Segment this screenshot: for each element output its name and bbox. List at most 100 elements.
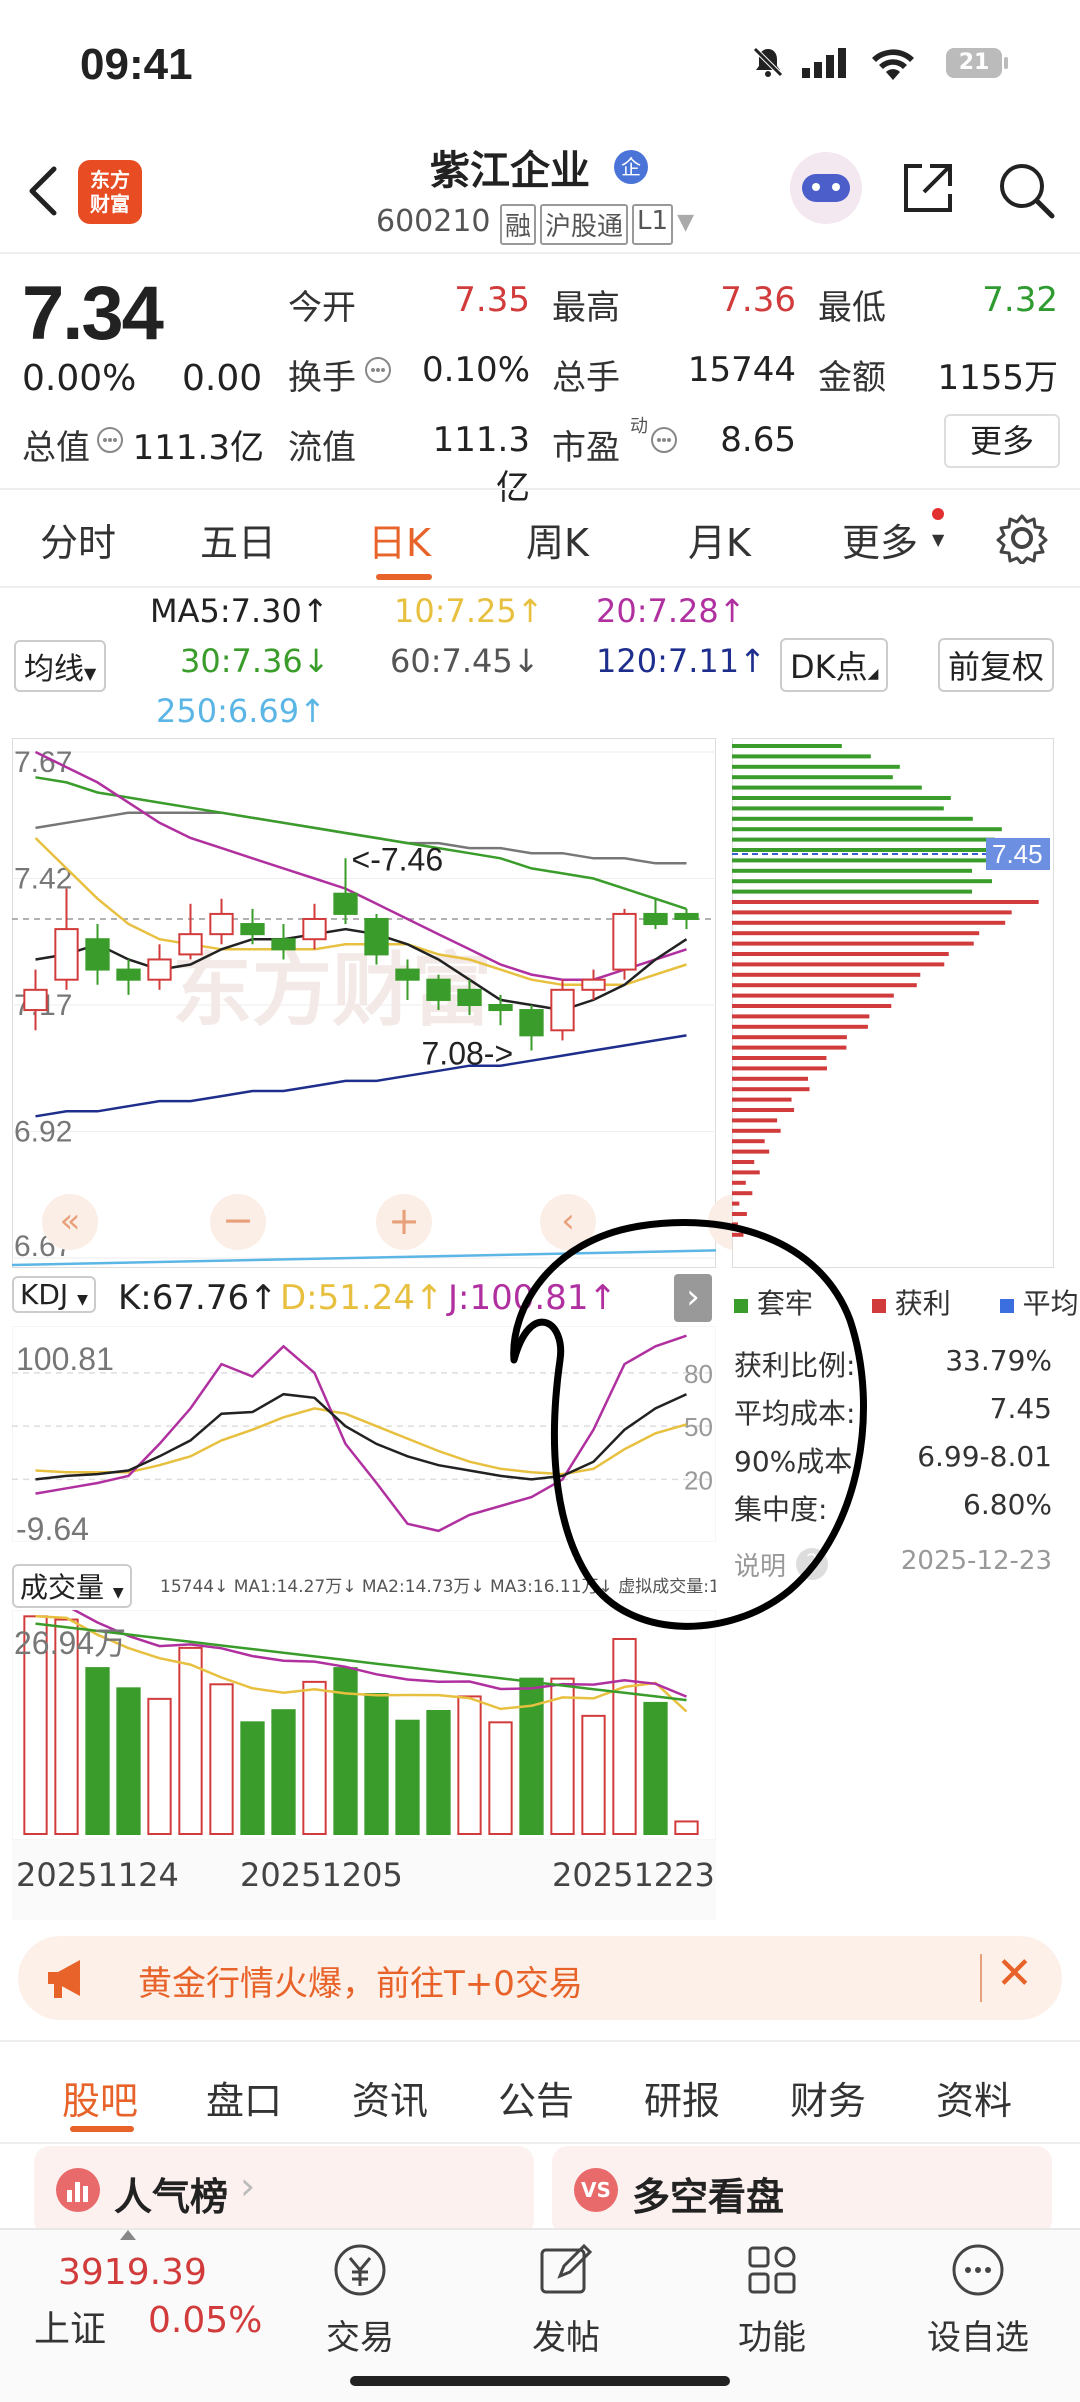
candle-body xyxy=(612,912,637,971)
settings-gear-icon[interactable] xyxy=(996,512,1048,564)
chip-bar xyxy=(732,1087,810,1092)
promo-banner[interactable]: 黄金行情火爆，前往T+0交易 ✕ xyxy=(18,1936,1062,2020)
chip-bar xyxy=(732,837,995,842)
forward-adjust-button[interactable]: 前复权 xyxy=(938,638,1055,692)
volume-chart[interactable]: 26.94万 xyxy=(12,1610,716,1840)
info-icon[interactable] xyxy=(364,356,392,384)
info-icon[interactable] xyxy=(650,426,678,454)
trade-yen-icon[interactable] xyxy=(332,2242,388,2298)
low-value: 7.32 xyxy=(982,280,1058,320)
candle-body xyxy=(333,892,358,915)
date-label-mid: 20251205 xyxy=(240,1856,403,1894)
min-price-annotation: 7.08-> xyxy=(422,1036,514,1072)
chip-bar xyxy=(732,785,922,790)
volume-bar xyxy=(519,1677,544,1835)
kdj-k-value: K:67.76↑ xyxy=(118,1278,278,1318)
tab-profile[interactable]: 资料 xyxy=(936,2070,1012,2125)
pe-dynamic-sup: 动 xyxy=(630,416,648,437)
info-icon[interactable] xyxy=(96,426,124,454)
dk-point-button[interactable]: DK点◢ xyxy=(780,638,889,692)
assistant-avatar[interactable] xyxy=(790,152,862,224)
ma-selector[interactable]: 均线▼ xyxy=(14,640,107,692)
close-banner-icon[interactable]: ✕ xyxy=(996,1948,1033,1999)
ma250-legend: 250:6.69↑ xyxy=(156,692,326,730)
tab-research[interactable]: 研报 xyxy=(644,2070,720,2125)
scroll-far-left-icon[interactable]: « xyxy=(42,1194,98,1250)
compose-post-icon[interactable] xyxy=(538,2242,594,2298)
ma-selector-dropdown-icon: ▼ xyxy=(84,664,97,683)
functions-grid-icon[interactable] xyxy=(744,2242,800,2298)
tab-weekly-k[interactable]: 周K xyxy=(526,512,589,567)
ma60-legend: 60:7.45↓ xyxy=(390,642,540,680)
bottom-nav: 3919.39 上证 0.05% 交易 发帖 功能 设自选 xyxy=(0,2228,1080,2402)
chip-bar xyxy=(732,796,951,800)
tab-intraday[interactable]: 分时 xyxy=(40,512,116,567)
amount-value: 1155万 xyxy=(937,358,1058,398)
kdj-y-bottom: -9.64 xyxy=(16,1511,89,1542)
popularity-card[interactable]: 人气榜 › xyxy=(34,2146,534,2236)
index-value[interactable]: 3919.39 xyxy=(58,2252,207,2293)
chip-bar xyxy=(732,858,992,863)
zoom-in-icon[interactable]: + xyxy=(376,1194,432,1250)
bull-bear-card[interactable]: VS 多空看盘 xyxy=(552,2146,1052,2236)
candle-body xyxy=(550,988,575,1032)
tab-finance[interactable]: 财务 xyxy=(790,2070,866,2125)
index-change[interactable]: 0.05% xyxy=(148,2300,262,2341)
tag-l1[interactable]: L1 xyxy=(632,204,674,245)
ma120-legend: 120:7.11↑ xyxy=(596,642,766,680)
chip-bar xyxy=(732,1066,827,1071)
chip-bar xyxy=(732,754,871,759)
volume-bar xyxy=(395,1719,420,1835)
tab-guba[interactable]: 股吧 xyxy=(62,2070,138,2125)
chip-bar xyxy=(732,775,893,780)
promo-text: 黄金行情火爆，前往T+0交易 xyxy=(138,1964,583,2004)
ma-selector-label: 均线 xyxy=(24,652,84,687)
index-name[interactable]: 上证 xyxy=(34,2300,106,2352)
nav-functions[interactable]: 功能 xyxy=(712,2310,832,2359)
tab-monthly-k[interactable]: 月K xyxy=(688,512,751,567)
status-time: 09:41 xyxy=(80,40,193,89)
volume-selector[interactable]: 成交量 ▼ xyxy=(12,1564,132,1608)
index-expand-icon[interactable] xyxy=(120,2230,136,2240)
indicator-selector[interactable]: KDJ ▼ xyxy=(12,1276,96,1313)
nav-post[interactable]: 发帖 xyxy=(506,2310,626,2359)
tab-pankou[interactable]: 盘口 xyxy=(206,2070,282,2125)
volume-bar xyxy=(674,1820,699,1835)
more-button[interactable]: 更多 xyxy=(944,414,1060,468)
candle-body xyxy=(147,958,172,981)
chart-tabs: 分时 五日 日K 周K 月K 更多 ▼ xyxy=(0,488,1080,588)
high-label: 最高 xyxy=(552,288,620,328)
more-dots-icon[interactable] xyxy=(950,2242,1006,2298)
kline-chart[interactable]: 7.677.427.176.926.67 东方财富 <-7.467.08-> xyxy=(12,738,716,1268)
nav-trade[interactable]: 交易 xyxy=(300,2310,420,2359)
chip-date: 2025-12-23 xyxy=(900,1546,1052,1576)
tab-news[interactable]: 资讯 xyxy=(352,2070,428,2125)
chip-bar xyxy=(732,1056,827,1060)
kdj-y-top: 100.81 xyxy=(16,1341,114,1377)
volume-bar xyxy=(116,1687,141,1835)
chip-distribution-chart[interactable]: 7.45 xyxy=(732,738,1054,1268)
back-arrow-icon[interactable] xyxy=(22,163,62,219)
float-value-label: 流值 xyxy=(288,428,356,468)
pe-label: 市盈 xyxy=(552,428,620,468)
dk-point-label: DK点 xyxy=(790,648,868,686)
tab-more[interactable]: 更多 xyxy=(842,512,918,567)
tag-dropdown-icon[interactable]: ▼ xyxy=(677,210,694,245)
ma10-legend: 10:7.25↑ xyxy=(394,592,544,630)
candle-body xyxy=(519,1009,544,1037)
tab-five-day[interactable]: 五日 xyxy=(200,512,276,567)
app-logo[interactable]: 东方 财富 xyxy=(78,160,142,224)
search-icon[interactable] xyxy=(996,160,1056,220)
tab-daily-k[interactable]: 日K xyxy=(368,512,431,567)
current-price: 7.34 xyxy=(22,271,164,356)
share-icon[interactable] xyxy=(900,160,956,216)
battery-icon: 21 xyxy=(946,48,1002,78)
tab-announcements[interactable]: 公告 xyxy=(498,2070,574,2125)
total-value: 111.3亿 xyxy=(132,428,264,468)
candle-body xyxy=(54,928,79,981)
nav-add-watchlist[interactable]: 设自选 xyxy=(918,2310,1038,2359)
zoom-out-icon[interactable]: − xyxy=(210,1194,266,1250)
enterprise-badge[interactable]: 企 xyxy=(614,150,648,184)
logo-line2: 财富 xyxy=(90,192,130,216)
more-dropdown-icon[interactable]: ▼ xyxy=(932,530,944,549)
